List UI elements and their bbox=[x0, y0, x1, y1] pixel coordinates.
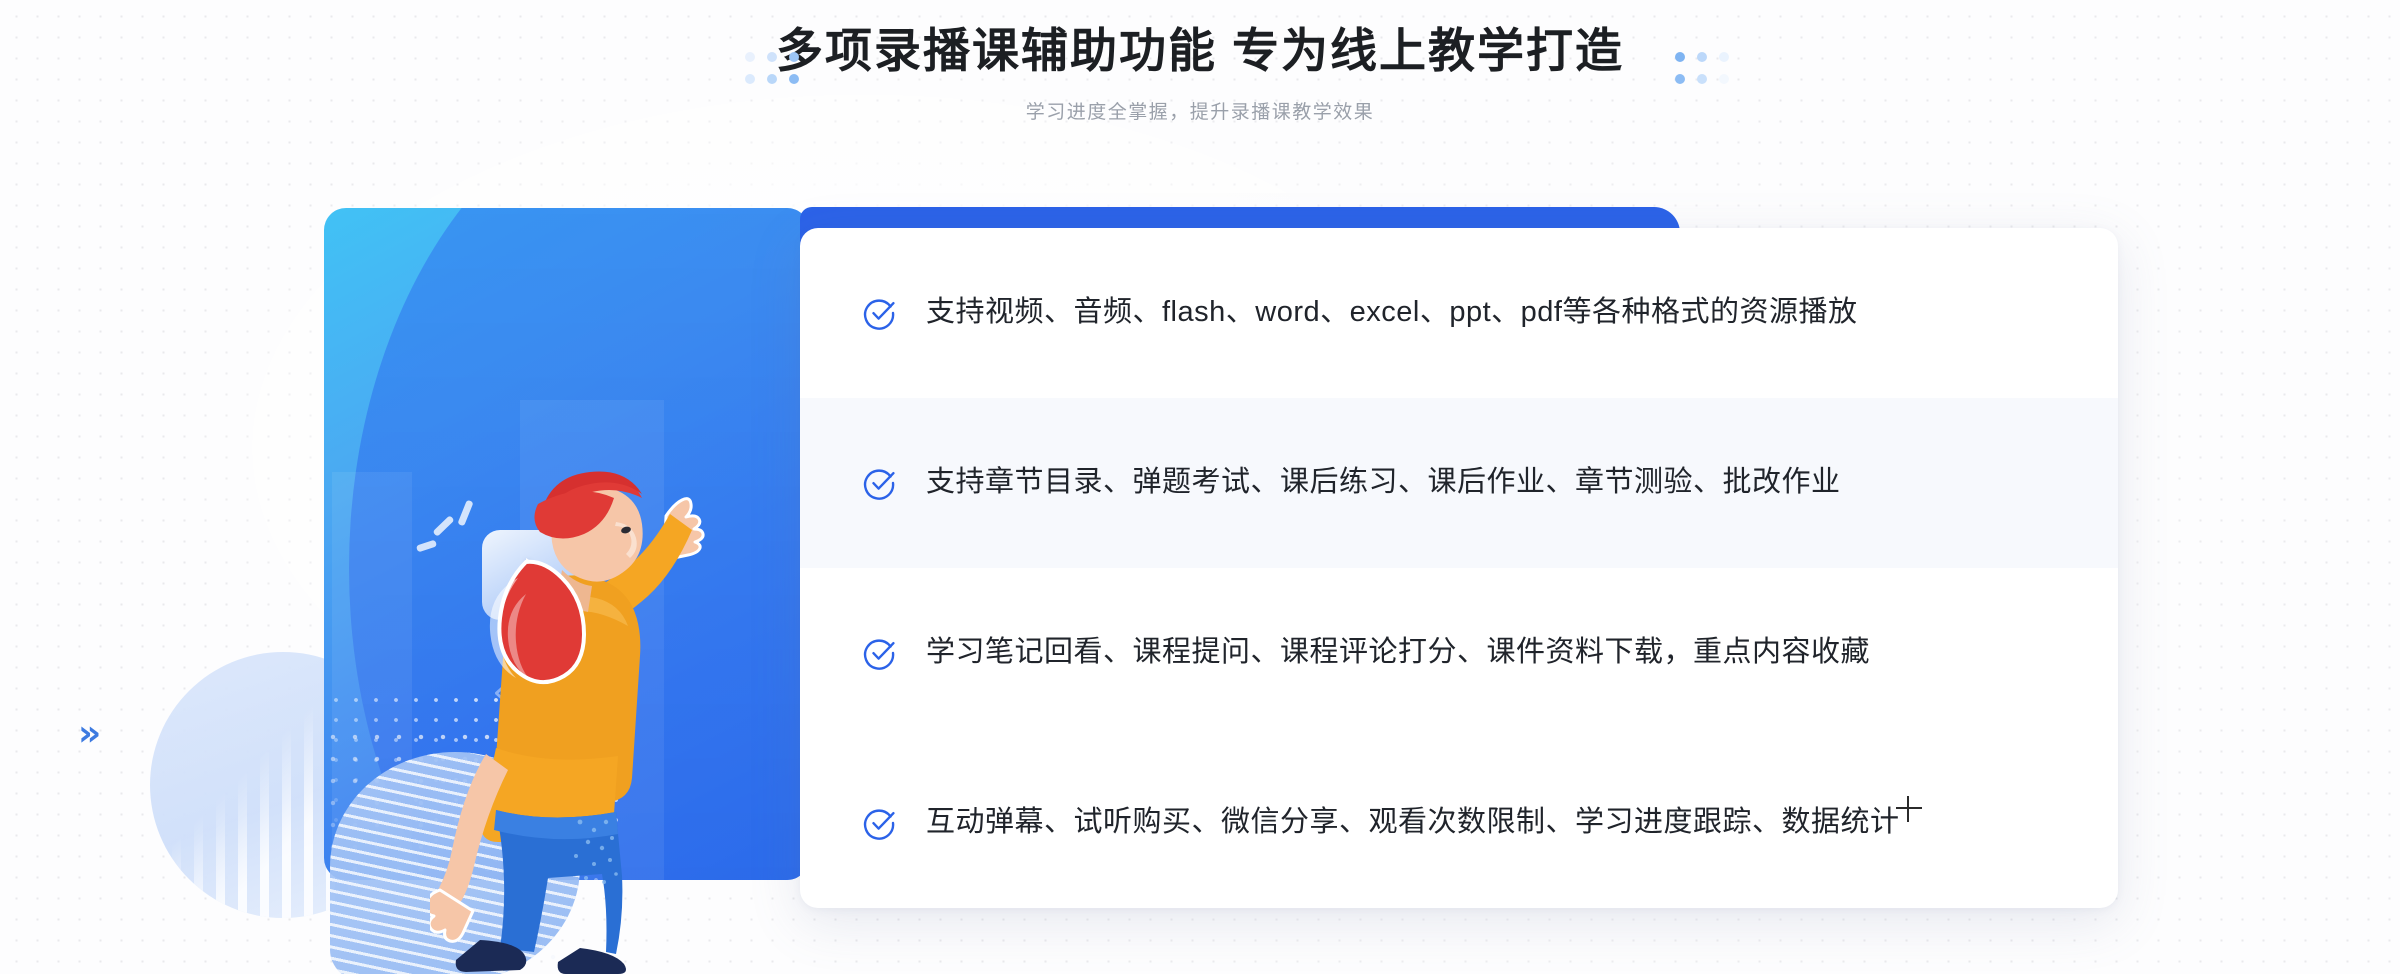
decorative-dots-left bbox=[745, 52, 799, 84]
feature-label: 支持视频、音频、flash、word、excel、ppt、pdf等各种格式的资源… bbox=[926, 296, 1858, 329]
feature-row-4[interactable]: 互动弹幕、试听购买、微信分享、观看次数限制、学习进度跟踪、数据统计 bbox=[800, 738, 2118, 908]
decorative-blob-stripes bbox=[330, 752, 580, 974]
speech-bubble-tail bbox=[556, 614, 569, 636]
check-circle-icon bbox=[863, 299, 895, 330]
feature-row-3[interactable]: 学习笔记回看、课程提问、课程评论打分、课件资料下载，重点内容收藏 bbox=[800, 568, 2118, 738]
header: 多项录播课辅助功能 专为线上教学打造 学习进度全掌握，提升录播课教学效果 bbox=[0, 0, 2400, 124]
play-icon bbox=[526, 558, 553, 592]
check-circle-icon bbox=[863, 639, 895, 670]
feature-label: 支持章节目录、弹题考试、课后练习、课后作业、章节测验、批改作业 bbox=[926, 466, 1841, 499]
page-title: 多项录播课辅助功能 专为线上教学打造 bbox=[775, 24, 1625, 77]
feature-row-1[interactable]: 支持视频、音频、flash、word、excel、ppt、pdf等各种格式的资源… bbox=[800, 228, 2118, 398]
check-circle-icon bbox=[863, 809, 895, 840]
speech-bubble-icon bbox=[482, 530, 592, 620]
chevron-left-icon: « bbox=[492, 669, 517, 715]
chevron-right-icon: » bbox=[78, 713, 102, 754]
banner-stage: 多项录播课辅助功能 专为线上教学打造 学习进度全掌握，提升录播课教学效果 » « bbox=[0, 0, 2400, 974]
feature-list-card: 支持视频、音频、flash、word、excel、ppt、pdf等各种格式的资源… bbox=[800, 228, 2118, 908]
page-subtitle: 学习进度全掌握，提升录播课教学效果 bbox=[1025, 101, 1375, 123]
feature-label: 互动弹幕、试听购买、微信分享、观看次数限制、学习进度跟踪、数据统计 bbox=[926, 806, 1900, 839]
check-circle-icon bbox=[863, 469, 895, 500]
decorative-dots-right bbox=[1675, 52, 1729, 84]
feature-label: 学习笔记回看、课程提问、课程评论打分、课件资料下载，重点内容收藏 bbox=[926, 636, 1871, 669]
feature-row-2[interactable]: 支持章节目录、弹题考试、课后练习、课后作业、章节测验、批改作业 bbox=[800, 398, 2118, 568]
